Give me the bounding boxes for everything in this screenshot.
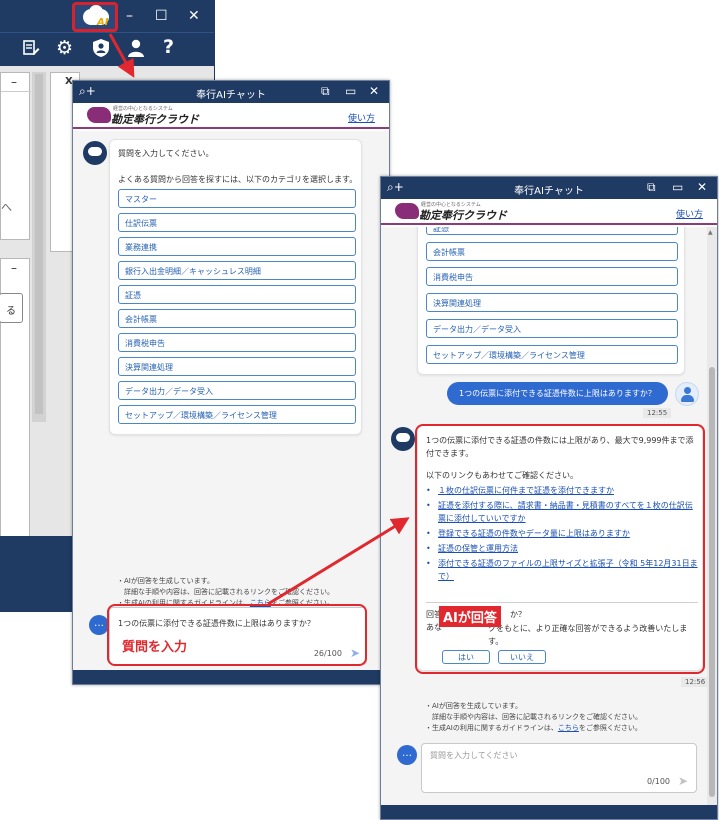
arrow-input-to-answer	[267, 517, 410, 606]
annotation-arrow-2	[267, 517, 410, 606]
